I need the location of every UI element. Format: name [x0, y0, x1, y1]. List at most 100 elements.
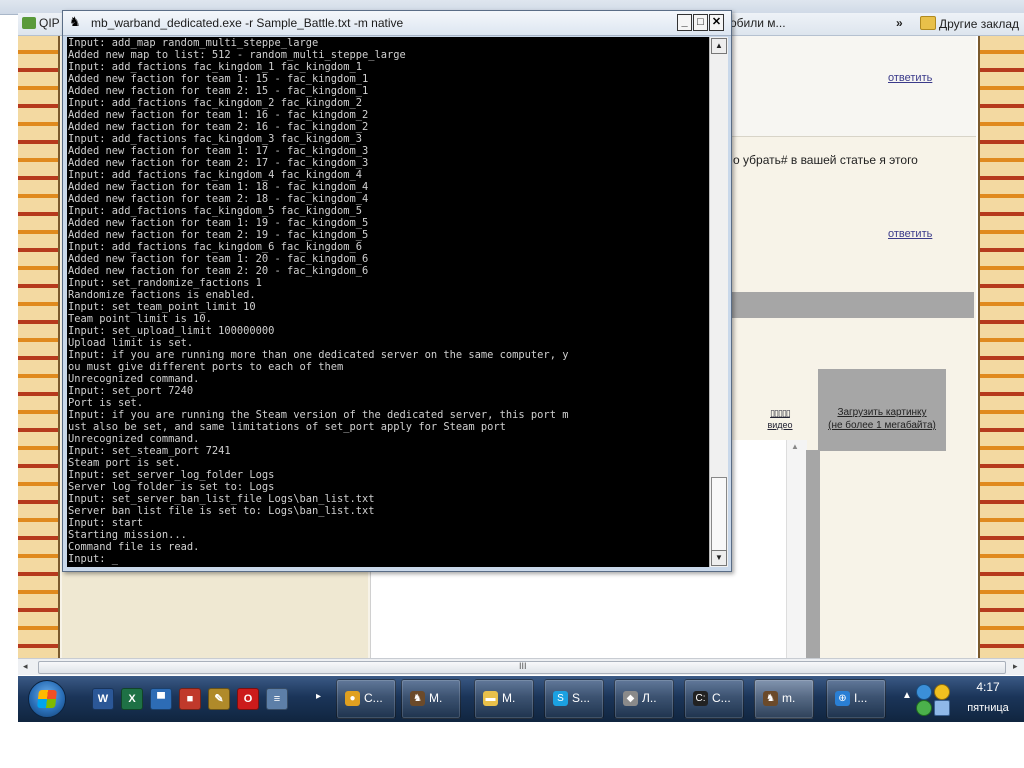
console-line: Input: add_factions fac_kingdom_3 fac_ki…	[68, 133, 363, 145]
console-line: Added new faction for team 2: 15 - fac_k…	[68, 85, 369, 97]
tray-expand-arrow[interactable]: ▲	[902, 690, 912, 701]
taskbar-button-label: C...	[364, 691, 383, 705]
console-output[interactable]: Input: add_map random_multi_steppe_large…	[67, 37, 709, 567]
page-horizontal-scrollbar[interactable]: ◂ III ▸	[18, 658, 1024, 675]
taskbar-button-label: M.	[429, 691, 443, 705]
console-line: Unrecognized command.	[68, 373, 200, 385]
taskbar-button[interactable]: ♞ M.	[401, 679, 461, 719]
console-line: Added new faction for team 2: 18 - fac_k…	[68, 193, 369, 205]
console-line: Added new faction for team 1: 20 - fac_k…	[68, 253, 369, 265]
console-text: Input: add_map random_multi_steppe_large…	[67, 37, 709, 565]
scrollbar-grip: III	[519, 661, 527, 671]
console-line: Input: set_port 7240	[68, 385, 194, 397]
console-line: Input: set_upload_limit 100000000	[68, 325, 275, 337]
console-line: Input: if you are running more than one …	[68, 349, 569, 361]
system-tray	[916, 682, 952, 716]
bookmark-qip[interactable]: QIP	[22, 16, 60, 30]
warband-icon: ♞	[69, 14, 81, 29]
desktop-icon[interactable]: ▀	[150, 688, 172, 710]
network-icon: ⊕	[835, 691, 850, 706]
monitor-icon[interactable]	[934, 700, 950, 716]
taskbar-button[interactable]: ● C...	[336, 679, 396, 719]
taskbar-button[interactable]: ▬ M.	[474, 679, 534, 719]
console-line: Added new faction for team 1: 18 - fac_k…	[68, 181, 369, 193]
console-line: Input: add_map random_multi_steppe_large	[68, 37, 319, 49]
scroll-down-arrow[interactable]: ▼	[711, 550, 727, 566]
taskbar: W X ▀ ■ ✎ O ≡ ▸ ● C... ♞ M. ▬ M. S S... ◆ Л.. C: C... ♞ m. ⊕…	[18, 676, 1024, 722]
close-button[interactable]: ✕	[709, 14, 724, 31]
opera-icon[interactable]: O	[237, 688, 259, 710]
bookmark-item[interactable]: обили м...	[730, 16, 786, 30]
taskbar-button-label: M.	[502, 691, 516, 705]
console-titlebar[interactable]: ♞ mb_warband_dedicated.exe -r Sample_Bat…	[63, 11, 731, 36]
word-icon[interactable]: W	[92, 688, 114, 710]
more-bookmarks-chevron[interactable]: »	[896, 16, 903, 30]
reply-link[interactable]: ответить	[888, 228, 932, 240]
clock-time[interactable]: 4:17	[958, 680, 1018, 694]
console-line: Added new faction for team 2: 16 - fac_k…	[68, 121, 369, 133]
taskbar-button[interactable]: ◆ Л..	[614, 679, 674, 719]
clock-day[interactable]: пятница	[958, 702, 1018, 714]
store-icon[interactable]: ■	[179, 688, 201, 710]
decorative-border-left	[18, 36, 60, 658]
status-icon[interactable]	[916, 700, 932, 716]
console-line: Added new faction for team 2: 19 - fac_k…	[68, 229, 369, 241]
quick-launch-expand[interactable]: ▸	[316, 691, 321, 702]
qip-tray-icon[interactable]	[934, 684, 950, 700]
comment-text: о убрать# в вашей статье я этого	[733, 153, 918, 167]
minimize-button[interactable]: _	[677, 14, 692, 31]
console-line: Input: add_factions fac_kingdom_4 fac_ki…	[68, 169, 363, 181]
taskbar-button[interactable]: ⊕ I...	[826, 679, 886, 719]
video-label: видео	[767, 420, 793, 430]
start-button[interactable]	[28, 680, 66, 718]
taskbar-button[interactable]: ♞ m.	[754, 679, 814, 719]
console-line: Upload limit is set.	[68, 337, 194, 349]
console-scrollbar[interactable]: ▲ ▼	[709, 37, 728, 567]
taskbar-button-label: S...	[572, 691, 591, 705]
pen-icon[interactable]: ✎	[208, 688, 230, 710]
taskbar-button[interactable]: C: C...	[684, 679, 744, 719]
excel-icon[interactable]: X	[121, 688, 143, 710]
console-line: Added new faction for team 2: 17 - fac_k…	[68, 157, 369, 169]
console-line: ust also be set, and same limitations of…	[68, 421, 506, 433]
console-line: Added new faction for team 1: 15 - fac_k…	[68, 73, 369, 85]
console-line: Input: set_randomize_factions 1	[68, 277, 262, 289]
scroll-left-arrow[interactable]: ◂	[23, 661, 28, 672]
warband-icon: ♞	[410, 691, 425, 706]
console-line: Unrecognized command.	[68, 433, 200, 445]
chrome-icon: ●	[345, 691, 360, 706]
textarea-scrollbar[interactable]: ▲	[786, 440, 807, 658]
scroll-right-arrow[interactable]: ▸	[1013, 661, 1018, 672]
taskbar-button-label: m.	[782, 691, 796, 705]
video-button[interactable]: ▯▯▯▯▯ видео	[760, 407, 800, 431]
scroll-up-arrow[interactable]: ▲	[711, 38, 727, 54]
console-line: Input: set_steam_port 7241	[68, 445, 231, 457]
scrollbar-thumb[interactable]: III	[38, 661, 1006, 674]
console-line: Input: set_server_ban_list_file Logs\ban…	[68, 493, 375, 505]
reply-link[interactable]: ответить	[888, 72, 932, 84]
console-line: Input: set_server_log_folder Logs	[68, 469, 275, 481]
maximize-button[interactable]: □	[693, 14, 708, 31]
console-line: Added new faction for team 1: 17 - fac_k…	[68, 145, 369, 157]
console-line: Input: start	[68, 517, 144, 529]
notepad-icon[interactable]: ≡	[266, 688, 288, 710]
taskbar-button-label: Л..	[642, 691, 657, 705]
network-icon[interactable]	[916, 684, 932, 700]
console-line: Added new faction for team 1: 19 - fac_k…	[68, 217, 369, 229]
bookmark-other[interactable]: Другие заклад	[920, 16, 1019, 31]
folder-icon: ▬	[483, 691, 498, 706]
console-line: Randomize factions is enabled.	[68, 289, 256, 301]
scrollbar-thumb[interactable]	[711, 477, 727, 551]
console-line: Server log folder is set to: Logs	[68, 481, 275, 493]
folder-icon	[920, 16, 936, 30]
video-icon: ▯▯▯▯▯	[770, 408, 791, 418]
sidebar-panel	[62, 570, 368, 658]
taskbar-button[interactable]: S S...	[544, 679, 604, 719]
app-icon: ◆	[623, 691, 638, 706]
scroll-up-arrow[interactable]: ▲	[791, 442, 799, 451]
upload-image-link[interactable]: Загрузить картинку (не более 1 мегабайта…	[818, 406, 946, 432]
console-line: ou must give different ports to each of …	[68, 361, 344, 373]
console-window[interactable]: ♞ mb_warband_dedicated.exe -r Sample_Bat…	[62, 10, 732, 572]
qip-icon	[22, 17, 36, 29]
console-line: Input: if you are running the Steam vers…	[68, 409, 569, 421]
